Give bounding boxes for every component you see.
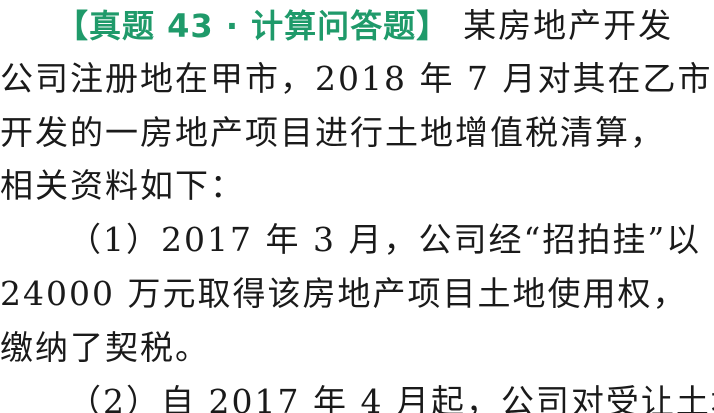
item-2-line-1: （2）自 2017 年 4 月起，公司对受让土地 [68, 382, 714, 413]
question-text-line-1: 某房地产开发 [463, 6, 674, 45]
document-page: 【真题 43 · 计算问答题】 某房地产开发 公司注册地在甲市，2018 年 7 … [0, 0, 714, 413]
item-1-line-3: 缴纳了契税。 [0, 328, 210, 367]
question-text-line-3: 开发的一房地产项目进行土地增值税清算， [0, 113, 665, 152]
item-1-line-1: （1）2017 年 3 月，公司经“招拍挂”以 [68, 220, 702, 259]
question-text-line-4: 相关资料如下： [0, 166, 245, 205]
question-text-line-2: 公司注册地在甲市，2018 年 7 月对其在乙市 [0, 59, 713, 98]
question-header-line: 【真题 43 · 计算问答题】 某房地产开发 [0, 0, 673, 54]
item-1-line-2: 24000 万元取得该房地产项目土地使用权， [0, 274, 688, 313]
question-tag: 【真题 43 · 计算问答题】 [56, 7, 450, 45]
